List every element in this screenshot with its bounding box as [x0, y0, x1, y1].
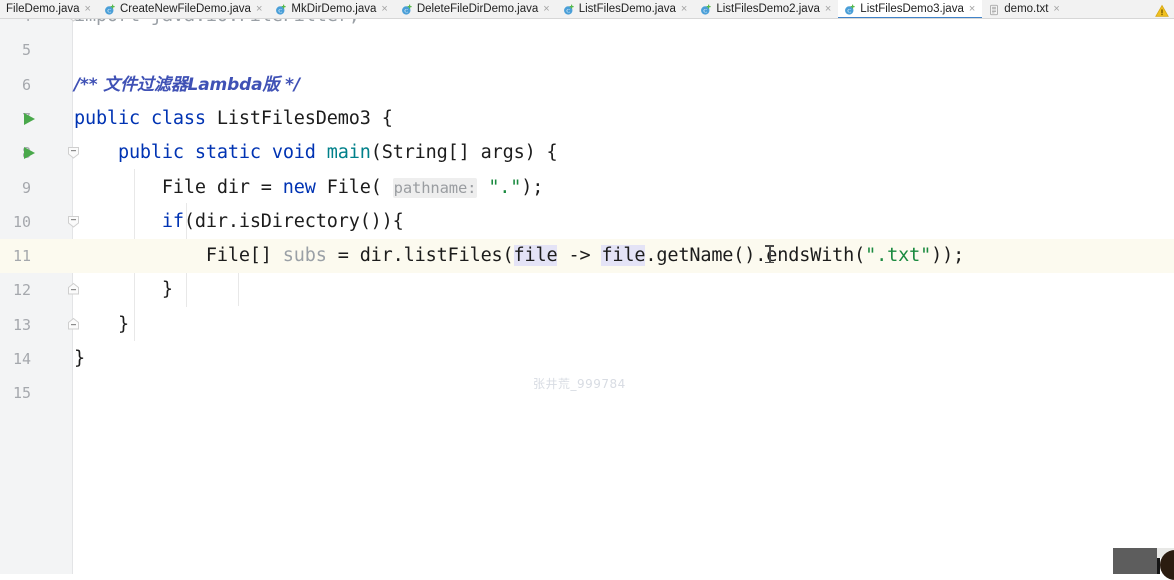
gutter-line[interactable]: 14	[0, 342, 73, 376]
gutter-line[interactable]: 5	[0, 33, 73, 67]
code-line[interactable]: 13 }	[0, 308, 1174, 342]
editor-tab-bar: CFileDemo.java×CCreateNewFileDemo.java×C…	[0, 0, 1174, 19]
tab-close-icon[interactable]: ×	[543, 0, 549, 18]
gutter-line[interactable]: 4	[0, 19, 77, 33]
svg-text:C: C	[848, 8, 852, 14]
editor-tab-label: DeleteFileDirDemo.java	[416, 3, 539, 15]
java-class-icon: C	[845, 4, 856, 14]
code-line-text: File dir = new File( pathname: ".");	[74, 176, 544, 198]
code-editor[interactable]: 4 import java.io.FileFilter; 5 6 /** 文件过滤器La…	[0, 19, 1174, 574]
code-line-text: public class ListFilesDemo3 {	[74, 107, 393, 129]
gutter-line[interactable]: 15	[0, 376, 73, 410]
java-class-icon: C	[701, 4, 712, 14]
editor-tab-listfilesdemo-java[interactable]: C ListFilesDemo.java ×	[556, 0, 695, 18]
code-line[interactable]: 8 public static void main(String[] args)…	[0, 136, 1174, 170]
line-number: 5	[21, 41, 31, 60]
tab-close-icon[interactable]: ×	[969, 0, 975, 18]
code-line[interactable]: 11 File[] subs = dir.listFiles(file -> f…	[0, 239, 1174, 274]
editor-tab-listfilesdemo3-java[interactable]: C ListFilesDemo3.java ×	[838, 0, 983, 18]
svg-text:C: C	[279, 8, 283, 14]
svg-text:C: C	[566, 8, 570, 14]
text-file-icon	[990, 4, 999, 15]
editor-tab-label: MkDirDemo.java	[291, 3, 377, 15]
line-number: 14	[12, 350, 31, 368]
editor-tab-label: demo.txt	[1004, 3, 1049, 15]
warning-triangle-icon[interactable]	[1154, 3, 1170, 19]
gutter-line[interactable]: 8	[0, 136, 79, 170]
code-line[interactable]: 10 if(dir.isDirectory()){	[0, 205, 1174, 239]
svg-text:C: C	[404, 8, 408, 14]
editor-tab-deletefiledirdemo-java[interactable]: C DeleteFileDirDemo.java ×	[394, 0, 557, 18]
line-number: 6	[21, 75, 31, 94]
editor-tab-label: FileDemo.java	[6, 3, 80, 15]
video-overlay-panel	[1113, 548, 1160, 574]
code-line-text: import java.io.FileFilter;	[74, 19, 360, 33]
editor-tab-label: ListFilesDemo3.java	[860, 3, 964, 15]
gutter-line[interactable]: 6	[0, 68, 73, 102]
code-line-text: public static void main(String[] args) {	[117, 142, 558, 164]
editor-watermark: 张井荒_999784	[533, 377, 626, 391]
editor-tab-createnewfiledemo-java[interactable]: C CreateNewFileDemo.java ×	[97, 0, 270, 18]
mouse-ibeam-cursor	[765, 245, 774, 263]
line-number: 4	[22, 19, 31, 33]
editor-tab-listfilesdemo2-java[interactable]: C ListFilesDemo2.java ×	[694, 0, 839, 18]
tab-close-icon[interactable]: ×	[1053, 0, 1059, 18]
line-number: 11	[12, 247, 31, 266]
gutter-line[interactable]: 11	[0, 239, 73, 274]
code-line[interactable]: 7 public class ListFilesDemo3 {	[0, 102, 1174, 136]
tab-close-icon[interactable]: ×	[681, 0, 687, 18]
editor-tab-filedemo-java[interactable]: CFileDemo.java×	[0, 0, 98, 18]
code-line-text: File[] subs = dir.listFiles(file -> file…	[74, 245, 965, 267]
java-class-icon: C	[104, 4, 115, 14]
run-triangle-icon[interactable]	[24, 112, 35, 125]
line-number: 15	[12, 384, 31, 403]
java-class-icon: C	[401, 4, 412, 14]
gutter-line[interactable]: 9	[0, 171, 73, 205]
code-line-text: /** 文件过滤器Lambda版 */	[74, 74, 300, 95]
editor-tab-demo-txt[interactable]: demo.txt ×	[982, 0, 1067, 18]
line-number: 10	[12, 212, 31, 231]
code-line[interactable]: 12 }	[0, 273, 1174, 307]
gutter-line[interactable]: 13	[0, 308, 79, 342]
editor-tab-label: CreateNewFileDemo.java	[119, 3, 251, 15]
tab-close-icon[interactable]: ×	[256, 0, 262, 18]
java-class-icon: C	[563, 4, 574, 14]
code-line-text: }	[74, 313, 129, 335]
code-line-text: }	[74, 279, 173, 301]
code-line[interactable]: 14}	[0, 342, 1174, 376]
code-line[interactable]: 6 /** 文件过滤器Lambda版 */	[0, 68, 1174, 102]
code-line-text: }	[74, 348, 85, 369]
code-line[interactable]: 9 File dir = new File( pathname: ".");	[0, 171, 1174, 205]
code-line[interactable]: 5	[0, 33, 1174, 67]
line-number: 13	[12, 315, 31, 334]
svg-text:C: C	[107, 8, 111, 14]
tab-close-icon[interactable]: ×	[85, 0, 91, 18]
gutter-line[interactable]: 10	[0, 205, 79, 239]
code-line-text: if(dir.isDirectory()){	[161, 210, 404, 232]
line-number: 9	[21, 178, 31, 197]
editor-tab-label: ListFilesDemo.java	[578, 3, 676, 15]
editor-tab-mkdirdemo-java[interactable]: C MkDirDemo.java ×	[269, 0, 395, 18]
gutter-line[interactable]: 7	[0, 102, 73, 136]
line-number: 12	[12, 281, 31, 300]
code-line[interactable]: 4 import java.io.FileFilter;	[0, 19, 1174, 33]
svg-text:C: C	[704, 8, 708, 14]
tab-close-icon[interactable]: ×	[825, 0, 831, 18]
gutter-line[interactable]: 12	[0, 273, 79, 307]
run-triangle-icon[interactable]	[24, 147, 35, 160]
editor-tab-label: ListFilesDemo2.java	[716, 3, 820, 15]
java-class-icon: C	[276, 4, 287, 14]
tab-close-icon[interactable]: ×	[381, 0, 387, 18]
